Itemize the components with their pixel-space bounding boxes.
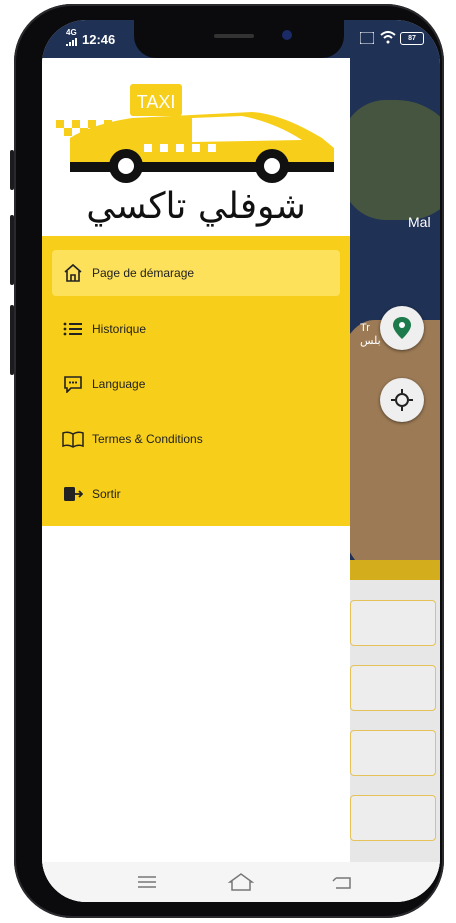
option-card[interactable] <box>350 665 436 711</box>
screen: Mal Tr بلس 4G 12:46 87 TAXI شوفلي تاكسي … <box>42 20 440 902</box>
wifi-icon <box>380 31 396 44</box>
back-icon[interactable] <box>328 870 358 894</box>
map-label-tr-latin: Tr <box>360 322 370 334</box>
menu-item-history[interactable]: Historique <box>52 306 340 352</box>
app-logo: TAXI شوفلي تاكسي <box>42 58 350 236</box>
home-icon <box>62 262 84 284</box>
book-icon <box>62 428 84 450</box>
menu-item-logout[interactable]: Sortir <box>52 471 340 517</box>
taxi-car-logo: TAXI شوفلي تاكسي <box>56 84 334 227</box>
menu-item-language[interactable]: Language <box>52 361 340 407</box>
menu-item-home[interactable]: Page de démarage <box>52 250 340 296</box>
menu-item-logout-label: Sortir <box>92 487 121 501</box>
drawer-menu: Page de démarage Historique Language Ter… <box>42 236 350 526</box>
clock: 12:46 <box>82 32 116 47</box>
camera-notch <box>134 20 344 58</box>
battery-icon: 87 <box>400 32 424 45</box>
map-label-tr: Tr بلس <box>360 322 381 347</box>
network-indicator: 4G <box>66 28 77 37</box>
menu-item-terms[interactable]: Termes & Conditions <box>52 416 340 462</box>
option-card[interactable] <box>350 730 436 776</box>
power-button <box>10 305 14 375</box>
my-location-button[interactable] <box>380 378 424 422</box>
app-name-arabic: شوفلي تاكسي <box>86 186 306 227</box>
speaker-grille <box>214 34 254 38</box>
volte-icon <box>360 32 374 44</box>
navigation-drawer: TAXI شوفلي تاكسي Page de démarage Histor… <box>42 58 350 902</box>
map-label-tr-arabic: بلس <box>360 335 381 347</box>
menu-item-home-label: Page de démarage <box>92 266 195 280</box>
option-card[interactable] <box>350 795 436 841</box>
location-pin-button[interactable] <box>380 306 424 350</box>
system-navigation-bar <box>42 862 440 902</box>
map-label-mal: Mal <box>408 214 431 230</box>
volume-down-button <box>10 215 14 285</box>
status-bar: 4G 12:46 87 <box>42 20 440 60</box>
crosshair-icon <box>391 389 413 411</box>
menu-item-history-label: Historique <box>92 322 147 336</box>
front-camera <box>282 30 292 40</box>
home-nav-icon[interactable] <box>226 870 256 894</box>
list-icon <box>62 318 84 340</box>
volume-up-button <box>10 150 14 190</box>
option-card[interactable] <box>350 600 436 646</box>
menu-item-terms-label: Termes & Conditions <box>92 432 203 446</box>
logout-icon <box>62 483 84 505</box>
map-land-north <box>342 100 440 220</box>
menu-icon[interactable] <box>132 870 162 894</box>
taxi-sign-text: TAXI <box>137 92 176 112</box>
menu-item-language-label: Language <box>92 377 146 391</box>
bottom-sheet-header <box>342 560 440 580</box>
message-icon <box>62 373 84 395</box>
map-pin-icon <box>393 317 411 339</box>
signal-icon <box>66 38 77 46</box>
battery-level: 87 <box>408 35 416 42</box>
